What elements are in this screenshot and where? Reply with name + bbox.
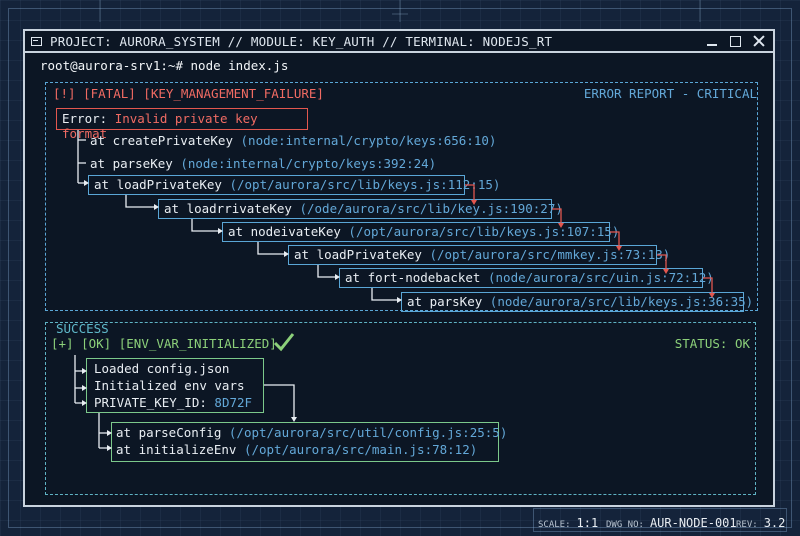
close-button[interactable] — [753, 35, 765, 47]
minimize-button[interactable] — [706, 35, 718, 47]
command-prompt: root@aurora-srv1:~# node index.js — [40, 58, 289, 73]
scale-field: SCALE: 1:1 — [538, 516, 599, 530]
error-report-panel: [!] [FATAL] [KEY_MANAGEMENT_FAILURE] ERR… — [45, 82, 758, 312]
maximize-button[interactable] — [730, 35, 741, 47]
revision-field: REV: 3.2 — [736, 516, 786, 530]
title-bar[interactable]: PROJECT: AURORA_SYSTEM // MODULE: KEY_AU… — [25, 31, 773, 53]
window-title: PROJECT: AURORA_SYSTEM // MODULE: KEY_AU… — [50, 33, 553, 49]
terminal-icon — [31, 36, 42, 46]
stack-connectors — [77, 130, 715, 303]
success-connectors — [74, 355, 297, 451]
drawing-number-field: DWG NO: AUR-NODE-001 — [606, 516, 737, 530]
terminal-window[interactable]: PROJECT: AURORA_SYSTEM // MODULE: KEY_AU… — [23, 29, 775, 507]
success-panel: SUCCESS [+] [OK] [ENV_VAR_INITIALIZED] S… — [45, 321, 756, 495]
